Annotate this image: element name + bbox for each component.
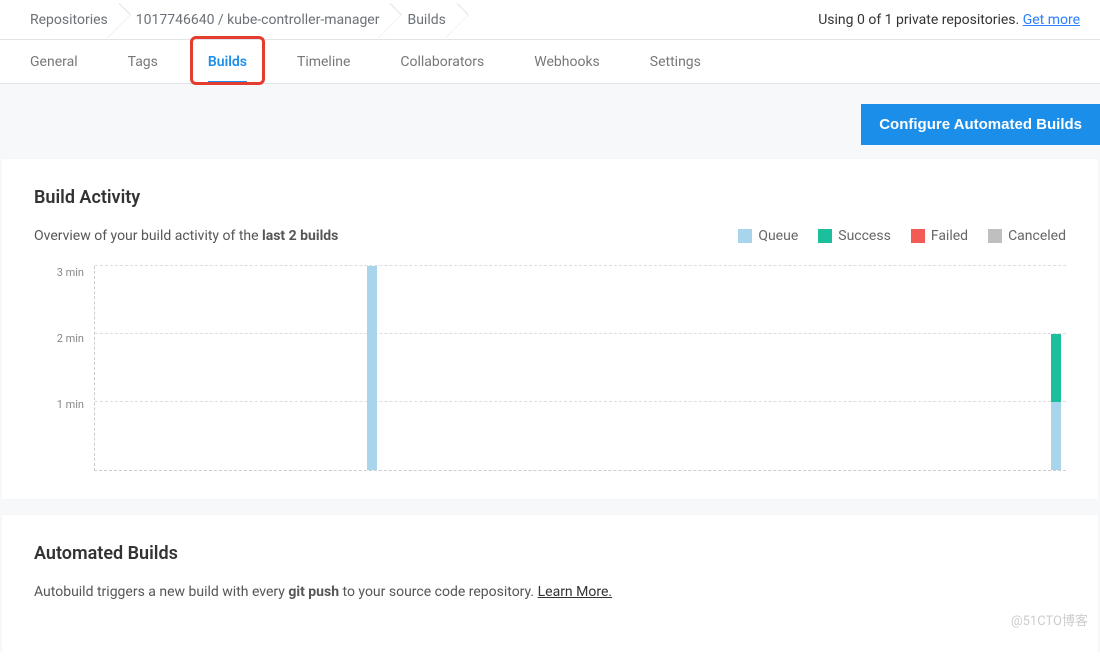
y-tick-2: 2 min xyxy=(57,332,84,345)
breadcrumb-repositories[interactable]: Repositories xyxy=(20,0,122,40)
chart-gridline xyxy=(95,333,1066,334)
legend-success-swatch xyxy=(818,229,832,243)
legend-queue-swatch xyxy=(738,229,752,243)
chart-gridline xyxy=(95,401,1066,402)
topbar: Repositories 1017746640 / kube-controlle… xyxy=(0,0,1100,40)
legend-success-label: Success xyxy=(838,228,891,244)
breadcrumbs: Repositories 1017746640 / kube-controlle… xyxy=(20,0,460,40)
automated-builds-text: Autobuild triggers a new build with ever… xyxy=(34,584,1066,600)
page-body: Configure Automated Builds Build Activit… xyxy=(0,84,1100,652)
build-activity-panel: Build Activity Overview of your build ac… xyxy=(2,159,1098,499)
tab-general[interactable]: General xyxy=(30,40,78,84)
breadcrumb-page: Builds xyxy=(397,0,459,40)
get-more-link[interactable]: Get more xyxy=(1023,12,1080,28)
action-row: Configure Automated Builds xyxy=(0,104,1100,157)
overview-prefix: Overview of your build activity of the xyxy=(34,228,262,244)
learn-more-link[interactable]: Learn More. xyxy=(538,584,612,600)
chart-legend: Queue Success Failed Canceled xyxy=(738,228,1066,244)
legend-failed-label: Failed xyxy=(931,228,968,244)
tab-builds-label: Builds xyxy=(208,54,247,70)
legend-success: Success xyxy=(818,228,891,244)
configure-automated-builds-button[interactable]: Configure Automated Builds xyxy=(861,104,1100,145)
private-repo-status: Using 0 of 1 private repositories. Get m… xyxy=(818,12,1080,28)
ab-bold: git push xyxy=(288,584,339,600)
legend-failed: Failed xyxy=(911,228,968,244)
tab-collaborators[interactable]: Collaborators xyxy=(400,40,484,84)
legend-queue-label: Queue xyxy=(758,228,798,244)
y-tick-3: 3 min xyxy=(57,266,84,279)
chart-bar[interactable] xyxy=(1051,266,1061,470)
breadcrumb-repo[interactable]: 1017746640 / kube-controller-manager xyxy=(126,0,394,40)
y-tick-1: 1 min xyxy=(57,398,84,411)
build-activity-overview: Overview of your build activity of the l… xyxy=(34,228,338,244)
automated-builds-panel: Automated Builds Autobuild triggers a ne… xyxy=(2,515,1098,652)
legend-canceled-swatch xyxy=(988,229,1002,243)
legend-canceled-label: Canceled xyxy=(1008,228,1066,244)
tab-tags[interactable]: Tags xyxy=(128,40,158,84)
chart-gridline xyxy=(95,265,1066,266)
chart-y-axis: 3 min 2 min 1 min xyxy=(34,266,94,471)
tabnav: General Tags Builds Timeline Collaborato… xyxy=(0,40,1100,84)
legend-canceled: Canceled xyxy=(988,228,1066,244)
tab-builds[interactable]: Builds xyxy=(208,40,247,84)
private-repo-status-text: Using 0 of 1 private repositories. xyxy=(818,12,1022,28)
chart-bar-segment-queue xyxy=(367,266,377,470)
ab-prefix: Autobuild triggers a new build with ever… xyxy=(34,584,288,600)
chart-bar-segment-queue xyxy=(1051,402,1061,470)
automated-builds-title: Automated Builds xyxy=(34,543,1066,564)
build-activity-title: Build Activity xyxy=(34,187,1066,208)
chart-plot-area xyxy=(94,266,1066,471)
legend-failed-swatch xyxy=(911,229,925,243)
overview-bold: last 2 builds xyxy=(262,228,338,244)
tab-webhooks[interactable]: Webhooks xyxy=(534,40,600,84)
ab-suffix: to your source code repository. xyxy=(339,584,538,600)
legend-queue: Queue xyxy=(738,228,798,244)
chart-bar-segment-success xyxy=(1051,334,1061,402)
tab-settings[interactable]: Settings xyxy=(650,40,701,84)
chart-bar[interactable] xyxy=(367,266,377,470)
tab-timeline[interactable]: Timeline xyxy=(297,40,350,84)
build-activity-chart: 3 min 2 min 1 min xyxy=(34,266,1066,471)
